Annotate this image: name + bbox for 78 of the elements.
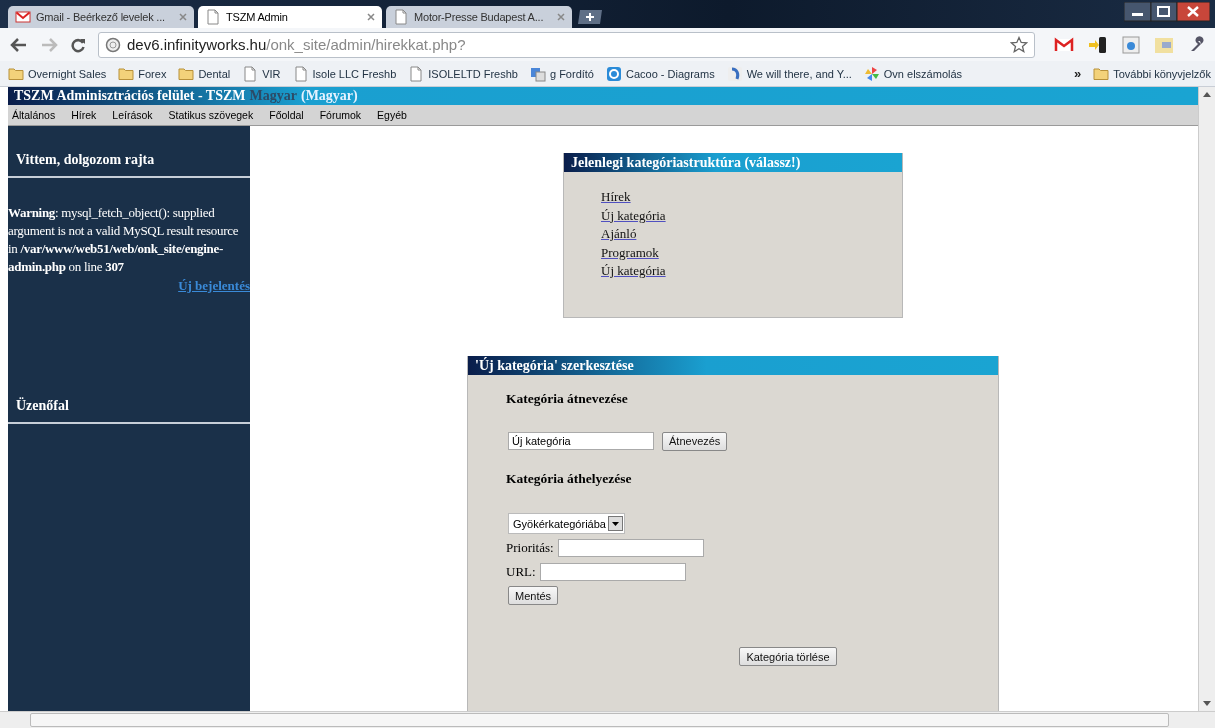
section-heading: Kategória átnevezése	[506, 391, 628, 408]
vertical-scrollbar[interactable]	[1198, 87, 1215, 711]
section-heading: Kategória áthelyezése	[506, 471, 632, 488]
browser-icon	[1122, 35, 1140, 54]
header-title: TSZM Adminisztrációs felület - TSZM	[14, 88, 246, 104]
field-label: URL:	[506, 564, 536, 580]
page-icon	[393, 9, 409, 25]
menu-item[interactable]: Hírek	[71, 109, 97, 121]
browser-tab[interactable]: Gmail - Beérkező levelek ...	[8, 6, 194, 28]
menu-item[interactable]: Leírások	[112, 109, 153, 121]
bookmark-item[interactable]: We will there, and Y...	[726, 65, 852, 82]
rename-button[interactable]: Átnevezés	[662, 431, 728, 451]
url-field[interactable]	[539, 563, 686, 581]
address-bar[interactable]: dev6.infinityworks.hu/onk_site/admin/hirekkat.php?	[98, 31, 1035, 58]
priority-field[interactable]	[557, 539, 704, 557]
mail-icon	[1054, 36, 1074, 53]
panel-header: 'Új kategória' szerkesztése	[468, 356, 998, 375]
app-icon	[726, 65, 743, 82]
bookmark-item[interactable]: Overnight Sales	[8, 65, 107, 82]
back-icon	[10, 36, 28, 53]
folder-icon	[1093, 65, 1110, 82]
panel-header: Jelenlegi kategóriastruktúra (válassz!)	[564, 153, 902, 172]
cacoo-icon	[606, 65, 622, 82]
category-link[interactable]: Hírek	[601, 188, 631, 207]
star-icon	[1010, 35, 1028, 54]
bookmark-item[interactable]: További könyvjelzők	[1093, 65, 1211, 82]
bookmark-item[interactable]: Cacoo - Diagrams	[606, 65, 715, 82]
close-icon	[557, 13, 565, 21]
category-link[interactable]: Ajánló	[601, 225, 637, 244]
delete-category-button[interactable]: Kategória törlése	[739, 647, 837, 666]
menu-item[interactable]: Általános	[12, 109, 56, 121]
bookmark-item[interactable]: ISOLELTD Freshb	[408, 65, 518, 82]
notes-icon	[1154, 35, 1174, 54]
new-tab-icon	[578, 9, 604, 25]
bookmark-item[interactable]: VIR	[242, 65, 281, 82]
bookmark-item[interactable]: Isole LLC Freshb	[292, 65, 397, 82]
mail-icon	[15, 9, 31, 25]
close-icon	[179, 13, 187, 21]
bookmark-item[interactable]: Ovn elszámolás	[863, 65, 963, 82]
horizontal-scrollbar[interactable]	[0, 711, 1215, 728]
bookmark-item[interactable]: g Fordító	[529, 65, 594, 82]
page-icon	[408, 65, 425, 82]
folder-icon	[178, 65, 195, 82]
window-controls[interactable]	[1124, 2, 1210, 22]
reload-icon	[70, 36, 86, 53]
save-button[interactable]: Mentés	[508, 586, 559, 605]
menu-item[interactable]: Egyéb	[377, 109, 407, 121]
translate-icon	[529, 65, 546, 82]
category-link[interactable]: Új kategória	[601, 206, 666, 225]
warning-message: Warning: mysql_fetch_object(): supplied argument is not a valid MySQL result resource in /var/www/web51/web/onk_site/engine-admin.php on line 307	[8, 204, 240, 276]
pinwheel-icon	[863, 65, 880, 82]
name-field[interactable]: Új kategória	[508, 432, 654, 450]
folder-icon	[8, 65, 24, 82]
menu-item[interactable]: Főoldal	[269, 109, 304, 121]
browser-tab[interactable]: Motor-Presse Budapest A...	[386, 6, 572, 28]
header-title: Magyar	[249, 88, 297, 104]
new-announcement-link[interactable]: Új bejelentés	[178, 278, 250, 293]
page-icon	[292, 65, 309, 82]
menu-item[interactable]: Fórumok	[319, 109, 362, 121]
page-icon	[242, 65, 259, 82]
page-icon	[205, 9, 221, 25]
folder-icon	[118, 65, 135, 82]
bookmark-item[interactable]: Dental	[178, 65, 231, 82]
phone-icon	[1088, 35, 1108, 54]
browser-tab[interactable]: TSZM Admin	[198, 6, 382, 28]
bookmarks-overflow-button[interactable]: »	[1073, 66, 1082, 81]
parent-category-select[interactable]: Gyökérkategóriába	[508, 513, 625, 534]
menu-item[interactable]: Statikus szövegek	[168, 109, 254, 121]
forward-icon	[40, 36, 58, 53]
section-heading: Üzenőfal	[15, 398, 70, 415]
globe-icon	[105, 36, 121, 53]
category-link[interactable]: Programok	[601, 243, 659, 262]
close-icon	[367, 13, 375, 21]
category-link[interactable]: Új kategória	[601, 262, 666, 281]
field-label: Prioritás:	[506, 540, 554, 556]
header-title: (Magyar)	[300, 88, 358, 104]
section-heading: Vittem, dolgozom rajta	[15, 152, 156, 169]
bookmark-item[interactable]: Forex	[118, 65, 167, 82]
